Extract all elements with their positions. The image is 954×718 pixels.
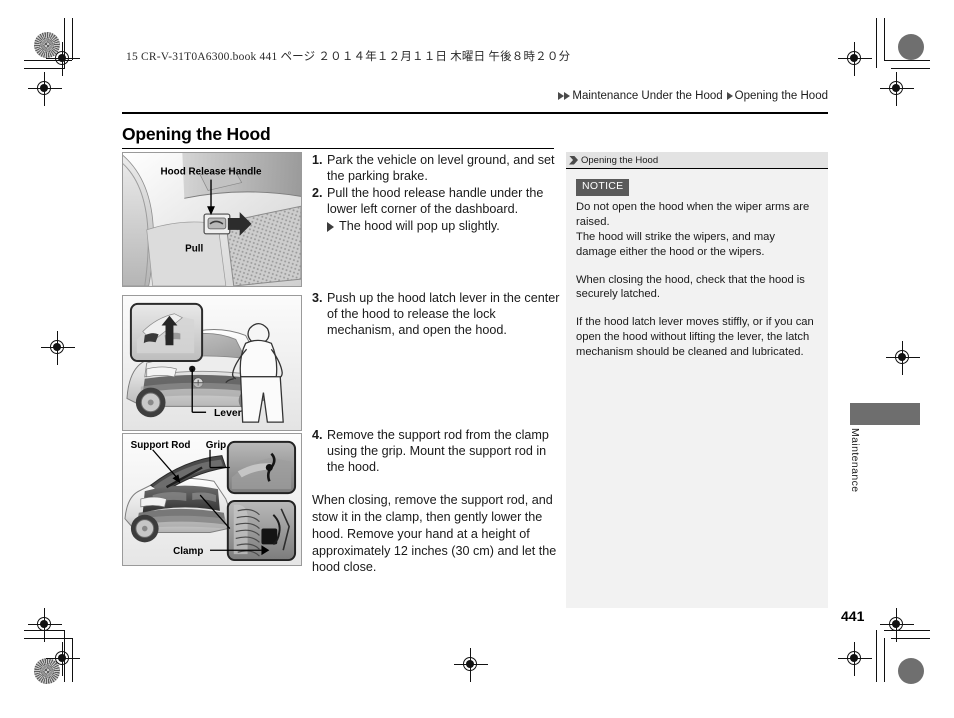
side-panel-spacer-2 bbox=[576, 302, 818, 315]
crop-line-tl-h2 bbox=[24, 68, 65, 69]
side-panel-header: Opening the Hood bbox=[566, 152, 828, 169]
breadcrumb-arrow-icon-2 bbox=[564, 92, 571, 100]
registration-mark-right-middle bbox=[886, 341, 920, 375]
crop-line-bl-v2 bbox=[72, 638, 73, 682]
instruction-list-top: 1. Park the vehicle on level ground, and… bbox=[312, 152, 558, 235]
book-file-header: 15 CR-V-31T0A6300.book 441 ページ ２０１４年１２月１… bbox=[126, 51, 571, 63]
instruction-step-3: 3. Push up the hood latch lever in the c… bbox=[312, 290, 562, 339]
crop-line-tr-h1 bbox=[884, 60, 930, 61]
figure3-label-grip: Grip bbox=[206, 440, 226, 451]
crop-line-br-h1 bbox=[884, 630, 930, 631]
step-3-number: 3. bbox=[312, 291, 323, 305]
notice-badge: NOTICE bbox=[576, 179, 630, 196]
crop-line-tl-v2 bbox=[72, 18, 73, 60]
crop-line-tr-h2 bbox=[891, 68, 930, 69]
registration-mark-top-left-inner bbox=[28, 72, 62, 106]
side-info-panel: Opening the Hood NOTICE Do not open the … bbox=[566, 152, 828, 608]
step-1-number: 1. bbox=[312, 153, 323, 167]
crop-line-br-v1 bbox=[876, 630, 877, 682]
figure2-label-lever: Lever bbox=[214, 408, 242, 419]
registration-mark-bottom-right-inner bbox=[880, 608, 914, 642]
crop-line-br-h2 bbox=[891, 638, 930, 639]
figure1-label-hood-release-handle: Hood Release Handle bbox=[161, 167, 263, 178]
registration-mark-top-right-outer bbox=[838, 42, 872, 76]
figure1-label-pull: Pull bbox=[185, 244, 203, 255]
crop-line-tr-v2 bbox=[884, 18, 885, 60]
figure3-label-clamp: Clamp bbox=[173, 546, 203, 557]
closing-paragraph: When closing, remove the support rod, an… bbox=[312, 493, 557, 575]
step-1: 1. Park the vehicle on level ground, and… bbox=[312, 152, 558, 184]
page-title: Opening the Hood bbox=[122, 124, 271, 144]
color-target-top-right bbox=[898, 34, 924, 60]
registration-mark-bottom-center bbox=[454, 648, 488, 682]
figure3-label-support-rod: Support Rod bbox=[131, 440, 191, 451]
side-panel-paragraph-4: If the hood latch lever moves stiffly, o… bbox=[576, 316, 814, 359]
figure-hood-latch-lever: Lever bbox=[122, 295, 302, 431]
registration-mark-bottom-left-outer bbox=[46, 642, 80, 676]
registration-mark-top-right-inner bbox=[880, 72, 914, 106]
side-panel-paragraph-2: The hood will strike the wipers, and may… bbox=[576, 230, 775, 258]
crop-line-tl-h1 bbox=[24, 60, 72, 61]
figure-support-rod: Support Rod Grip Clamp bbox=[122, 433, 302, 566]
crop-line-bl-h2 bbox=[24, 638, 72, 639]
crop-line-tr-v1 bbox=[876, 18, 877, 68]
step-4-number: 4. bbox=[312, 428, 323, 442]
step-2-number: 2. bbox=[312, 186, 323, 201]
step-3-text: Push up the hood latch lever in the cent… bbox=[327, 291, 560, 338]
double-arrow-icon bbox=[569, 155, 578, 165]
step-1-text: Park the vehicle on level ground, and se… bbox=[327, 153, 555, 184]
registration-mark-left-middle bbox=[41, 331, 75, 365]
section-thumb-tab bbox=[850, 403, 920, 425]
step-2: 2. Pull the hood release handle under th… bbox=[312, 185, 558, 217]
side-panel-body: NOTICE Do not open the hood when the wip… bbox=[566, 169, 828, 360]
section-thumb-tab-label: Maintenance bbox=[849, 428, 861, 493]
side-panel-header-label: Opening the Hood bbox=[581, 154, 659, 166]
breadcrumb-current: Opening the Hood bbox=[734, 90, 828, 102]
step-2-substep: The hood will pop up slightly. bbox=[312, 218, 558, 234]
registration-mark-bottom-right-outer bbox=[838, 642, 872, 676]
color-target-bottom-right bbox=[898, 658, 924, 684]
side-panel-paragraph-3: When closing the hood, check that the ho… bbox=[576, 273, 805, 301]
breadcrumb-parent[interactable]: Maintenance Under the Hood bbox=[572, 90, 722, 102]
substep-arrow-icon bbox=[327, 222, 334, 233]
step-2-text: Pull the hood release handle under the l… bbox=[327, 186, 544, 217]
page-title-underline bbox=[122, 148, 554, 150]
registration-mark-top-left-outer bbox=[46, 42, 80, 76]
step-2-substep-text: The hood will pop up slightly. bbox=[339, 219, 500, 234]
breadcrumb: Maintenance Under the Hood Opening the H… bbox=[557, 90, 828, 102]
header-divider bbox=[122, 112, 828, 114]
page-number: 441 bbox=[841, 608, 865, 624]
figure-hood-release-handle: Hood Release Handle Pull bbox=[122, 152, 302, 287]
breadcrumb-arrow-icon-3 bbox=[726, 92, 733, 100]
step-4-text: Remove the support rod from the clamp us… bbox=[327, 428, 549, 475]
side-panel-spacer-1 bbox=[576, 260, 818, 273]
side-panel-paragraph-1: Do not open the hood when the wiper arms… bbox=[576, 200, 810, 228]
crop-line-bl-h1 bbox=[24, 630, 65, 631]
registration-mark-bottom-left-inner bbox=[28, 608, 62, 642]
notice-badge-wrap: NOTICE bbox=[576, 179, 818, 200]
crop-line-br-v2 bbox=[884, 638, 885, 682]
instruction-step-4: 4. Remove the support rod from the clamp… bbox=[312, 427, 562, 576]
